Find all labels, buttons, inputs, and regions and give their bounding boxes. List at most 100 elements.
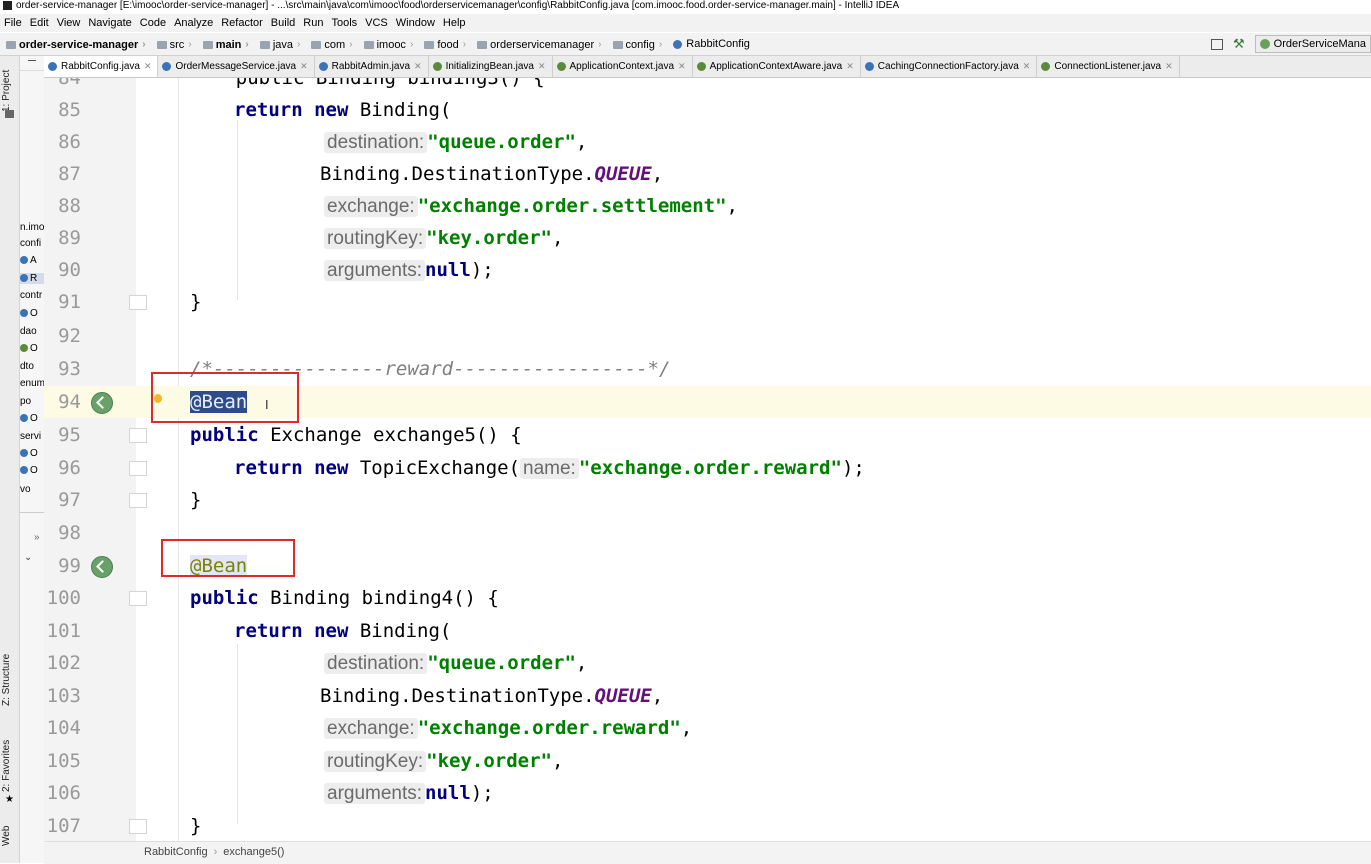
folder-icon [202, 40, 213, 49]
tree-node[interactable]: servi [20, 431, 41, 442]
menu-navigate[interactable]: Navigate [84, 14, 135, 32]
status-method[interactable]: exchange5() [223, 846, 284, 858]
tree-node[interactable]: po [20, 396, 31, 407]
tab-rabbitconfig[interactable]: RabbitConfig.java ✕ [44, 56, 159, 77]
tree-node[interactable]: contr [20, 290, 42, 301]
close-icon[interactable]: ✕ [1023, 61, 1031, 72]
breadcrumb-orderservicemanager[interactable]: orderservicemanager › [471, 34, 601, 56]
menu-edit[interactable]: Edit [26, 14, 53, 32]
close-icon[interactable]: ✕ [300, 61, 308, 72]
tab-connectionlistener[interactable]: ConnectionListener.java ✕ [1037, 56, 1180, 77]
parameter-hint: destination: [324, 132, 428, 153]
tree-node[interactable]: A [20, 255, 37, 266]
class-icon [864, 62, 874, 71]
tree-node[interactable]: O [20, 465, 38, 476]
status-class[interactable]: RabbitConfig [144, 846, 208, 858]
class-icon [673, 39, 683, 49]
breadcrumb-src[interactable]: src › [151, 34, 192, 56]
project-structure-icon[interactable] [1211, 38, 1224, 50]
code-line-95: 95 public Exchange exchange5() { [58, 424, 522, 446]
menu-window[interactable]: Window [392, 14, 439, 32]
class-icon [20, 256, 28, 265]
interface-icon [432, 62, 442, 71]
fold-marker[interactable] [129, 819, 147, 834]
close-icon[interactable]: ✕ [1165, 61, 1173, 72]
editor-breadcrumb-bar: RabbitConfig › exchange5() [44, 841, 1371, 864]
menu-view[interactable]: View [53, 14, 85, 32]
tab-cachingconnectionfactory[interactable]: CachingConnectionFactory.java ✕ [861, 56, 1038, 77]
editor-tab-bar: RabbitConfig.java ✕ OrderMessageService.ja… [44, 56, 1371, 78]
code-line-87: 87 Binding.DestinationType.QUEUE, [58, 163, 664, 185]
tab-initializingbean[interactable]: InitializingBean.java ✕ [429, 56, 553, 77]
close-icon[interactable]: ✕ [538, 61, 546, 72]
menu-analyze[interactable]: Analyze [170, 14, 217, 32]
menu-refactor[interactable]: Refactor [217, 14, 267, 32]
code-line-104: 104 exchange: "exchange.order.reward", [46, 717, 693, 739]
breadcrumb-main[interactable]: main › [197, 34, 249, 56]
tree-node[interactable]: vo [20, 484, 31, 495]
menu-help[interactable]: Help [439, 14, 470, 32]
close-icon[interactable]: ✕ [414, 61, 422, 72]
breadcrumb-food[interactable]: food › [418, 34, 466, 56]
spring-bean-icon[interactable] [91, 556, 113, 578]
structure-tool-tab[interactable]: Z: Structure [1, 654, 12, 706]
fold-marker[interactable] [129, 428, 147, 443]
panel-collapse-button[interactable] [20, 56, 44, 71]
menu-file[interactable]: File [0, 14, 26, 32]
web-tool-tab[interactable]: Web [1, 826, 12, 846]
spring-bean-icon[interactable] [91, 392, 113, 414]
project-tool-tab[interactable]: 1: Project [1, 70, 12, 112]
close-icon[interactable]: ✕ [846, 61, 854, 72]
fold-marker[interactable] [129, 493, 147, 508]
tab-rabbitadmin[interactable]: RabbitAdmin.java ✕ [315, 56, 429, 77]
class-icon [162, 62, 172, 71]
folder-icon [363, 40, 374, 49]
close-icon[interactable]: ✕ [678, 61, 686, 72]
tree-node[interactable]: dto [20, 361, 34, 372]
tree-node[interactable]: dao [20, 326, 37, 337]
code-editor[interactable]: 84 public Binding binding3() { 85 return… [44, 78, 1371, 841]
tab-applicationcontextaware[interactable]: ApplicationContextAware.java ✕ [693, 56, 861, 77]
chevron-down-icon[interactable]: ⌄ [24, 552, 32, 563]
breadcrumb-imooc[interactable]: imooc › [358, 34, 413, 56]
code-line-85: 85 return new Binding( [58, 99, 452, 121]
tab-ordermessageservice[interactable]: OrderMessageService.java ✕ [158, 56, 315, 77]
menu-build[interactable]: Build [267, 14, 299, 32]
menu-run[interactable]: Run [299, 14, 327, 32]
menu-code[interactable]: Code [136, 14, 170, 32]
annotation-highlight-box [151, 372, 299, 423]
interface-icon [556, 62, 566, 71]
build-hammer-icon[interactable]: ⚒ [1233, 33, 1245, 55]
class-icon [20, 466, 28, 475]
breadcrumb-config[interactable]: config › [607, 34, 662, 56]
fold-marker[interactable] [129, 461, 147, 476]
folder-icon [259, 40, 270, 49]
tree-node[interactable]: confi [20, 238, 41, 249]
tree-node[interactable]: enum [20, 378, 44, 389]
fold-marker[interactable] [129, 295, 147, 310]
breadcrumb-com[interactable]: com › [305, 34, 353, 56]
code-line-103: 103 Binding.DestinationType.QUEUE, [46, 685, 664, 707]
run-configuration-select[interactable]: OrderServiceMana [1254, 35, 1371, 53]
tab-applicationcontext[interactable]: ApplicationContext.java ✕ [553, 56, 693, 77]
panel-more-icon[interactable]: » [34, 532, 40, 543]
menu-vcs[interactable]: VCS [361, 14, 392, 32]
window-title-bar: order-service-manager [E:\imooc\order-se… [0, 0, 1371, 13]
fold-marker[interactable] [129, 591, 147, 606]
breadcrumb-rabbitconfig[interactable]: RabbitConfig [667, 33, 750, 55]
breadcrumb-project[interactable]: order-service-manager › [0, 34, 146, 56]
tree-node[interactable]: O [20, 448, 38, 459]
menu-tools[interactable]: Tools [327, 14, 361, 32]
left-tool-strip: 1: Project Z: Structure 2: Favorites ★ W… [0, 56, 20, 863]
tree-node[interactable]: O [20, 413, 38, 424]
code-line-102: 102 destination: "queue.order", [46, 652, 588, 674]
tree-node[interactable]: O [20, 308, 38, 319]
breadcrumb-java[interactable]: java › [254, 34, 300, 56]
code-line-101: 101 return new Binding( [46, 620, 452, 642]
tree-node-selected[interactable]: R [20, 273, 44, 284]
tree-node[interactable]: n.imo [20, 222, 44, 233]
favorites-tool-tab[interactable]: 2: Favorites [1, 740, 12, 792]
close-icon[interactable]: ✕ [144, 61, 152, 72]
tree-node[interactable]: O [20, 343, 38, 354]
code-line-88: 88 exchange: "exchange.order.settlement", [58, 195, 738, 217]
